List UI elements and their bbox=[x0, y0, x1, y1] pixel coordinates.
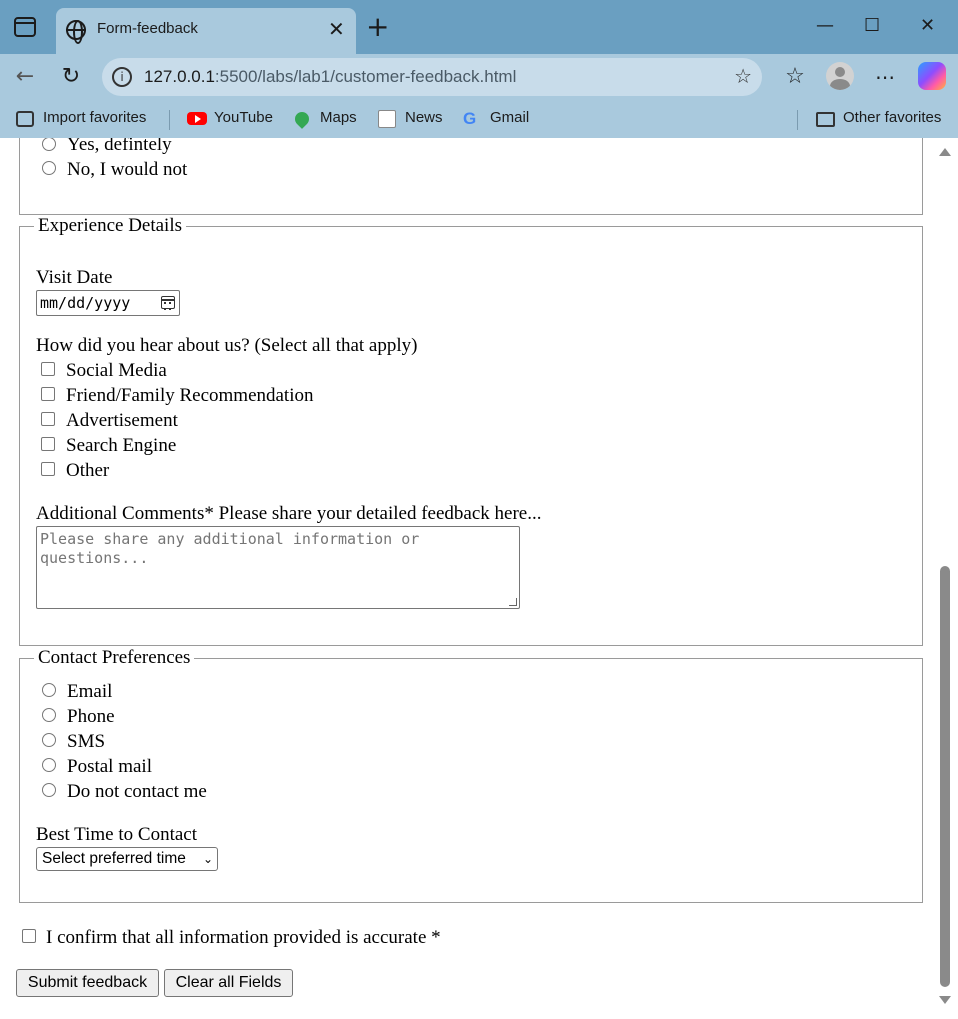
browser-toolbar: ← ↻ i 127.0.0.1:5500/labs/lab1/customer-… bbox=[0, 54, 958, 100]
checkbox-label: Other bbox=[66, 460, 110, 481]
copilot-icon[interactable] bbox=[918, 62, 946, 90]
confirm-label: I confirm that all information provided … bbox=[46, 927, 441, 948]
favorites-icon[interactable]: ☆ bbox=[780, 62, 810, 92]
browser-tab[interactable]: Form-feedback ✕ bbox=[56, 8, 356, 54]
site-info-icon[interactable]: i bbox=[112, 67, 132, 87]
folder-icon bbox=[816, 112, 835, 127]
date-placeholder: mm/dd/yyyy bbox=[40, 294, 131, 312]
radio-label: No, I would not bbox=[67, 159, 188, 180]
scroll-down-icon[interactable] bbox=[939, 996, 951, 1004]
radio-label: SMS bbox=[67, 731, 106, 752]
maps-icon bbox=[292, 109, 312, 129]
chevron-down-icon: ⌄ bbox=[202, 852, 213, 866]
favorite-star-icon[interactable]: ☆ bbox=[734, 64, 752, 88]
scroll-thumb[interactable] bbox=[940, 566, 950, 987]
visit-date-input[interactable]: mm/dd/yyyy bbox=[36, 290, 180, 316]
experience-legend: Experience Details bbox=[34, 215, 187, 237]
news-icon bbox=[378, 110, 396, 128]
address-text: 127.0.0.1:5500/labs/lab1/customer-feedba… bbox=[144, 67, 516, 87]
best-time-select[interactable]: Select preferred time ⌄ bbox=[36, 847, 218, 871]
globe-icon bbox=[66, 20, 86, 44]
checkbox-search-engine[interactable] bbox=[41, 437, 55, 451]
new-tab-button[interactable]: + bbox=[366, 13, 389, 41]
checkbox-social-media[interactable] bbox=[41, 362, 55, 376]
address-host: 127.0.0.1 bbox=[144, 67, 215, 86]
fav-divider bbox=[169, 110, 170, 130]
radio-label: Do not contact me bbox=[67, 781, 207, 802]
fav-other[interactable]: Other favorites bbox=[843, 109, 941, 126]
more-menu-icon[interactable]: ⋯ bbox=[870, 62, 900, 92]
fav-maps[interactable]: Maps bbox=[320, 109, 357, 126]
fav-gmail[interactable]: Gmail bbox=[490, 109, 529, 126]
submit-button[interactable]: Submit feedback bbox=[16, 969, 159, 997]
fav-divider bbox=[797, 110, 798, 130]
contact-fieldset: Contact Preferences Email Phone SMS Post… bbox=[19, 647, 923, 903]
page-scrollbar[interactable] bbox=[936, 138, 954, 1019]
favorites-bar: Import favorites YouTube Maps News G Gma… bbox=[0, 100, 958, 138]
profile-avatar[interactable] bbox=[826, 62, 854, 90]
hear-label: How did you hear about us? (Select all t… bbox=[36, 335, 418, 356]
resize-handle-icon[interactable] bbox=[509, 598, 517, 606]
checkbox-other[interactable] bbox=[41, 462, 55, 476]
checkbox-friend-family[interactable] bbox=[41, 387, 55, 401]
minimize-icon[interactable]: — bbox=[816, 12, 834, 40]
radio-contact-postal[interactable] bbox=[42, 758, 56, 772]
radio-label: Yes, defintely bbox=[67, 138, 172, 155]
radio-contact-sms[interactable] bbox=[42, 733, 56, 747]
refresh-icon[interactable]: ↻ bbox=[56, 62, 86, 92]
fav-youtube[interactable]: YouTube bbox=[214, 109, 273, 126]
tab-title: Form-feedback bbox=[97, 20, 198, 37]
page-viewport: Yes, defintely No, I would not Experienc… bbox=[0, 138, 958, 1019]
comments-label: Additional Comments* Please share your d… bbox=[36, 503, 542, 524]
confirm-checkbox[interactable] bbox=[22, 929, 36, 943]
fav-news[interactable]: News bbox=[405, 109, 443, 126]
visit-date-label: Visit Date bbox=[36, 267, 113, 288]
radio-label: Postal mail bbox=[67, 756, 152, 777]
back-icon[interactable]: ← bbox=[10, 62, 40, 92]
radio-contact-none[interactable] bbox=[42, 783, 56, 797]
checkbox-label: Advertisement bbox=[66, 410, 178, 431]
recommend-fieldset: Yes, defintely No, I would not bbox=[19, 138, 923, 215]
maximize-icon[interactable]: ☐ bbox=[864, 12, 880, 40]
address-bar[interactable]: i 127.0.0.1:5500/labs/lab1/customer-feed… bbox=[102, 58, 762, 96]
experience-fieldset: Experience Details Visit Date mm/dd/yyyy… bbox=[19, 215, 923, 646]
comments-textarea[interactable]: Please share any additional information … bbox=[36, 526, 520, 609]
best-time-label: Best Time to Contact bbox=[36, 824, 197, 845]
radio-contact-phone[interactable] bbox=[42, 708, 56, 722]
radio-recommend-no[interactable] bbox=[42, 161, 56, 175]
radio-label: Phone bbox=[67, 706, 115, 727]
address-path: :5500/labs/lab1/customer-feedback.html bbox=[214, 67, 517, 86]
close-window-icon[interactable]: ✕ bbox=[920, 12, 935, 40]
calendar-icon[interactable] bbox=[161, 296, 175, 310]
checkbox-label: Search Engine bbox=[66, 435, 177, 456]
radio-contact-email[interactable] bbox=[42, 683, 56, 697]
youtube-icon bbox=[187, 112, 207, 125]
best-time-selected: Select preferred time bbox=[42, 850, 186, 867]
tab-close-icon[interactable]: ✕ bbox=[328, 16, 345, 42]
fav-import[interactable]: Import favorites bbox=[43, 109, 146, 126]
checkbox-advertisement[interactable] bbox=[41, 412, 55, 426]
radio-label: Email bbox=[67, 681, 113, 702]
google-icon: G bbox=[463, 109, 477, 128]
comments-placeholder: Please share any additional information … bbox=[40, 530, 420, 567]
title-bar: Form-feedback ✕ + — ☐ ✕ bbox=[0, 0, 958, 54]
checkbox-label: Friend/Family Recommendation bbox=[66, 385, 314, 406]
tab-actions-icon[interactable] bbox=[14, 17, 36, 37]
checkbox-label: Social Media bbox=[66, 360, 167, 381]
radio-recommend-yes[interactable] bbox=[42, 138, 56, 151]
scroll-up-icon[interactable] bbox=[939, 148, 951, 156]
clear-button[interactable]: Clear all Fields bbox=[164, 969, 293, 997]
contact-legend: Contact Preferences bbox=[34, 647, 195, 669]
import-icon bbox=[16, 111, 34, 127]
